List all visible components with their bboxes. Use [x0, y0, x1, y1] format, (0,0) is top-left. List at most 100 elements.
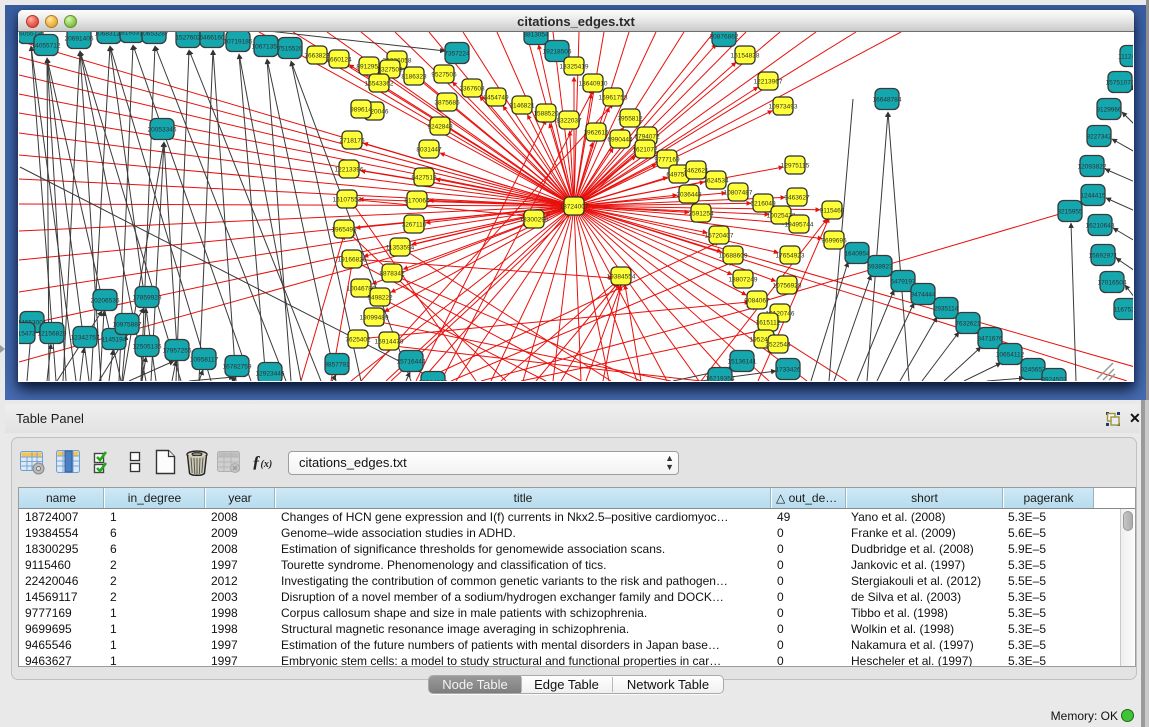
svg-text:9924502: 9924502: [1041, 377, 1067, 382]
svg-text:2367608: 2367608: [459, 86, 485, 93]
svg-text:10756928: 10756928: [773, 283, 802, 290]
svg-text:6990444: 6990444: [607, 137, 633, 144]
svg-text:1527602: 1527602: [175, 35, 201, 42]
svg-text:9129966: 9129966: [1096, 107, 1122, 114]
svg-text:2522544: 2522544: [765, 342, 791, 349]
svg-text:8813054: 8813054: [523, 32, 549, 39]
svg-text:2935114: 2935114: [934, 306, 959, 313]
svg-text:9857791: 9857791: [324, 362, 350, 369]
svg-text:15716444: 15716444: [397, 359, 426, 366]
svg-text:16219354: 16219354: [706, 376, 735, 382]
svg-text:7955812: 7955812: [617, 116, 643, 123]
svg-text:12923446: 12923446: [256, 371, 285, 378]
svg-text:12213396: 12213396: [335, 167, 364, 174]
svg-text:20053346: 20053346: [148, 127, 177, 134]
svg-text:20876862: 20876862: [710, 34, 739, 41]
svg-text:16543362: 16543362: [365, 81, 394, 88]
svg-text:8427512: 8427512: [411, 175, 437, 182]
svg-text:7625402: 7625402: [345, 337, 371, 344]
svg-text:10975887: 10975887: [113, 322, 142, 329]
svg-text:10973493: 10973493: [769, 104, 798, 111]
svg-text:3624534: 3624534: [703, 178, 729, 185]
svg-text:10958117: 10958117: [190, 357, 219, 364]
svg-text:9115460: 9115460: [820, 208, 845, 215]
svg-text:13325419: 13325419: [560, 64, 589, 71]
svg-text:8471676: 8471676: [977, 336, 1003, 343]
svg-text:17859928: 17859928: [133, 295, 162, 302]
svg-text:10688609: 10688609: [719, 253, 748, 260]
svg-text:16107552: 16107552: [333, 197, 362, 204]
svg-text:15692971: 15692971: [1089, 253, 1118, 260]
svg-text:7591254: 7591254: [688, 211, 714, 218]
svg-text:8878342: 8878342: [379, 271, 405, 278]
svg-text:8186323: 8186323: [401, 74, 427, 81]
svg-text:9474444: 9474444: [910, 292, 936, 299]
svg-text:11353594: 11353594: [386, 245, 415, 252]
svg-text:9498222: 9498222: [367, 295, 393, 302]
svg-text:19099489: 19099489: [360, 315, 389, 322]
svg-text:18724007: 18724007: [560, 204, 589, 211]
svg-text:9227342: 9227342: [1086, 134, 1112, 141]
svg-text:7515526: 7515526: [277, 46, 303, 53]
svg-text:8170064: 8170064: [404, 198, 430, 205]
svg-text:16961758: 16961758: [599, 95, 628, 102]
svg-text:12213967: 12213967: [754, 79, 783, 86]
svg-text:2036448: 2036448: [676, 192, 702, 199]
svg-text:9327509: 9327509: [377, 67, 403, 74]
svg-text:18807249: 18807249: [729, 277, 758, 284]
svg-text:8031447: 8031447: [416, 147, 442, 154]
svg-text:10807487: 10807487: [724, 190, 753, 197]
svg-text:7462621: 7462621: [683, 168, 709, 175]
svg-text:10924502: 10924502: [419, 380, 448, 382]
svg-text:10719185: 10719185: [224, 39, 253, 46]
svg-text:1733426: 1733426: [775, 367, 801, 374]
svg-text:18640910: 18640910: [579, 81, 608, 88]
svg-text:1167533: 1167533: [1114, 307, 1133, 314]
svg-text:17016504: 17016504: [1098, 280, 1127, 287]
svg-text:19495744: 19495744: [785, 222, 814, 229]
svg-text:5938923: 5938923: [867, 264, 893, 271]
svg-text:16210643: 16210643: [1086, 223, 1115, 230]
svg-text:1965498: 1965498: [331, 227, 357, 234]
svg-text:12342757: 12342757: [71, 335, 100, 342]
svg-text:3267110: 3267110: [402, 222, 427, 229]
svg-text:1145194: 1145194: [102, 337, 127, 344]
svg-text:8454749: 8454749: [483, 95, 509, 102]
svg-text:6466160: 6466160: [199, 35, 225, 42]
svg-text:1962615: 1962615: [583, 130, 609, 137]
svg-text:12505135: 12505135: [133, 344, 162, 351]
svg-text:2718176: 2718176: [339, 138, 365, 145]
svg-text:10653287: 10653287: [140, 32, 169, 38]
svg-text:16648784: 16648784: [873, 97, 902, 104]
svg-text:12975115: 12975115: [781, 163, 810, 170]
svg-text:18300295: 18300295: [520, 217, 549, 224]
svg-text:1244415: 1244415: [1080, 193, 1106, 200]
svg-text:8215955: 8215955: [1057, 209, 1083, 216]
svg-text:10654112: 10654112: [996, 352, 1025, 359]
svg-text:1621072: 1621072: [632, 147, 658, 154]
svg-text:3915473: 3915473: [19, 331, 36, 338]
svg-text:15751074: 15751074: [1106, 80, 1133, 87]
svg-text:1588520: 1588520: [533, 111, 559, 118]
svg-text:6216049: 6216049: [750, 201, 776, 208]
svg-text:9146821: 9146821: [509, 103, 535, 110]
svg-text:20691406: 20691406: [65, 36, 94, 43]
svg-text:19218506: 19218506: [543, 49, 572, 56]
svg-text:6479197: 6479197: [890, 279, 916, 286]
svg-text:8660124: 8660124: [326, 57, 352, 64]
svg-text:19166825: 19166825: [338, 257, 367, 264]
svg-text:17654923: 17654923: [776, 253, 805, 260]
svg-text:9777169: 9777169: [654, 157, 680, 164]
svg-text:9463627: 9463627: [784, 195, 810, 202]
svg-text:12156829: 12156829: [38, 331, 67, 338]
svg-text:1640954: 1640954: [844, 251, 870, 258]
svg-text:16914479: 16914479: [375, 339, 404, 346]
svg-text:12093822: 12093822: [1078, 164, 1107, 171]
svg-text:20206536: 20206536: [91, 298, 120, 305]
svg-text:1615112: 1615112: [756, 320, 781, 327]
svg-text:14055712: 14055712: [32, 43, 61, 50]
svg-text:11124478: 11124478: [1118, 54, 1133, 61]
svg-text:8322037: 8322037: [556, 118, 582, 125]
svg-text:16782759: 16782759: [223, 364, 252, 371]
svg-text:9242848: 9242848: [427, 124, 453, 131]
